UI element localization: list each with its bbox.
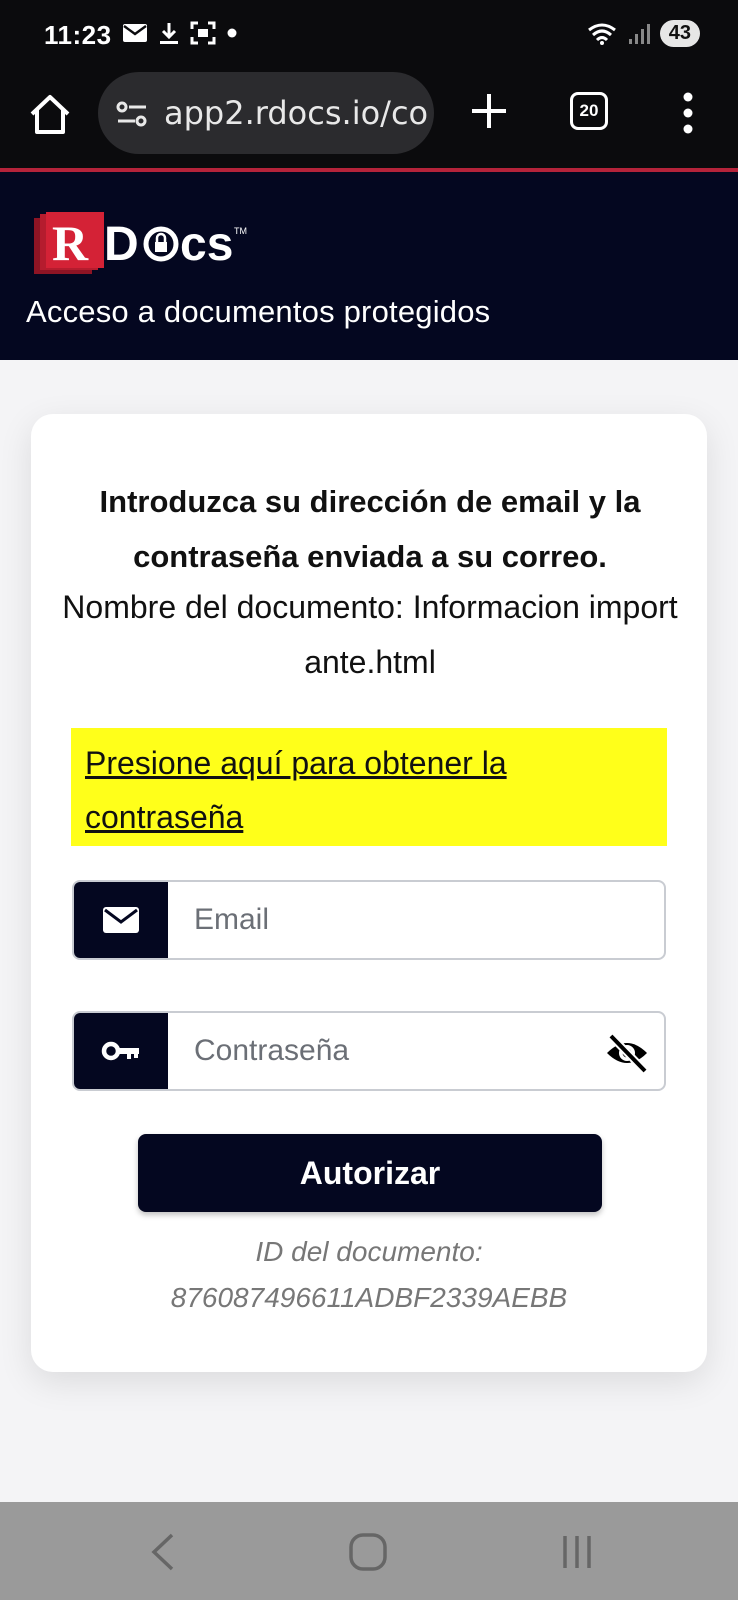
email-input[interactable]: [168, 882, 664, 958]
browser-toolbar: app2.rdocs.io/co 20: [0, 70, 738, 168]
get-password-link[interactable]: Presione aquí para obtener la contraseña: [85, 745, 507, 835]
password-input[interactable]: [168, 1013, 664, 1089]
wifi-icon: [587, 23, 616, 45]
password-field-group: [72, 1011, 666, 1091]
document-id-value: 876087496611ADBF2339AEBB: [170, 1282, 568, 1313]
dot-icon: [227, 28, 237, 38]
toggle-password-visibility-icon[interactable]: [604, 1031, 650, 1075]
url-text: app2.rdocs.io/co: [164, 94, 429, 132]
rdocs-logo: R D cs TM: [34, 212, 247, 274]
svg-text:R: R: [52, 215, 89, 271]
login-card: Introduzca su dirección de email y la co…: [31, 414, 707, 1372]
tab-switcher-button[interactable]: 20: [570, 92, 608, 130]
email-field-icon-box: [74, 882, 168, 958]
document-id-label: ID del documento:: [255, 1236, 483, 1267]
recent-apps-icon[interactable]: [560, 1534, 594, 1570]
more-options-icon[interactable]: [678, 92, 698, 134]
screenshot-icon: [190, 21, 216, 45]
svg-text:D: D: [104, 218, 139, 271]
instructions-heading: Introduzca su dirección de email y la co…: [99, 484, 641, 574]
mail-icon: [103, 907, 139, 933]
key-icon: [101, 1041, 139, 1061]
page-header: R D cs TM Acceso a documentos protegidos: [0, 172, 738, 360]
new-tab-icon[interactable]: [468, 90, 510, 132]
svg-text:cs: cs: [180, 218, 233, 271]
status-system-icons: 43: [586, 20, 700, 47]
password-link-banner: Presione aquí para obtener la contraseña: [71, 728, 667, 846]
email-field-group: [72, 880, 666, 960]
home-nav-icon[interactable]: [348, 1532, 388, 1572]
battery-indicator: 43: [659, 20, 700, 47]
signal-icon: [628, 23, 650, 44]
authorize-button[interactable]: Autorizar: [138, 1134, 602, 1212]
status-time: 11:23: [44, 20, 112, 50]
document-name: Nombre del documento: Informacion import…: [62, 589, 678, 680]
svg-text:TM: TM: [234, 226, 247, 236]
mail-icon: [123, 24, 147, 42]
address-bar[interactable]: app2.rdocs.io/co: [98, 72, 434, 154]
back-icon[interactable]: [148, 1532, 176, 1572]
status-notification-icons: [122, 21, 238, 45]
page-subtitle: Acceso a documentos protegidos: [26, 294, 491, 329]
site-settings-icon[interactable]: [116, 100, 148, 128]
system-navigation-bar: [0, 1502, 738, 1600]
home-icon[interactable]: [26, 90, 74, 138]
status-bar: 11:23 43: [0, 0, 738, 70]
password-field-icon-box: [74, 1013, 168, 1089]
download-icon: [160, 23, 178, 44]
